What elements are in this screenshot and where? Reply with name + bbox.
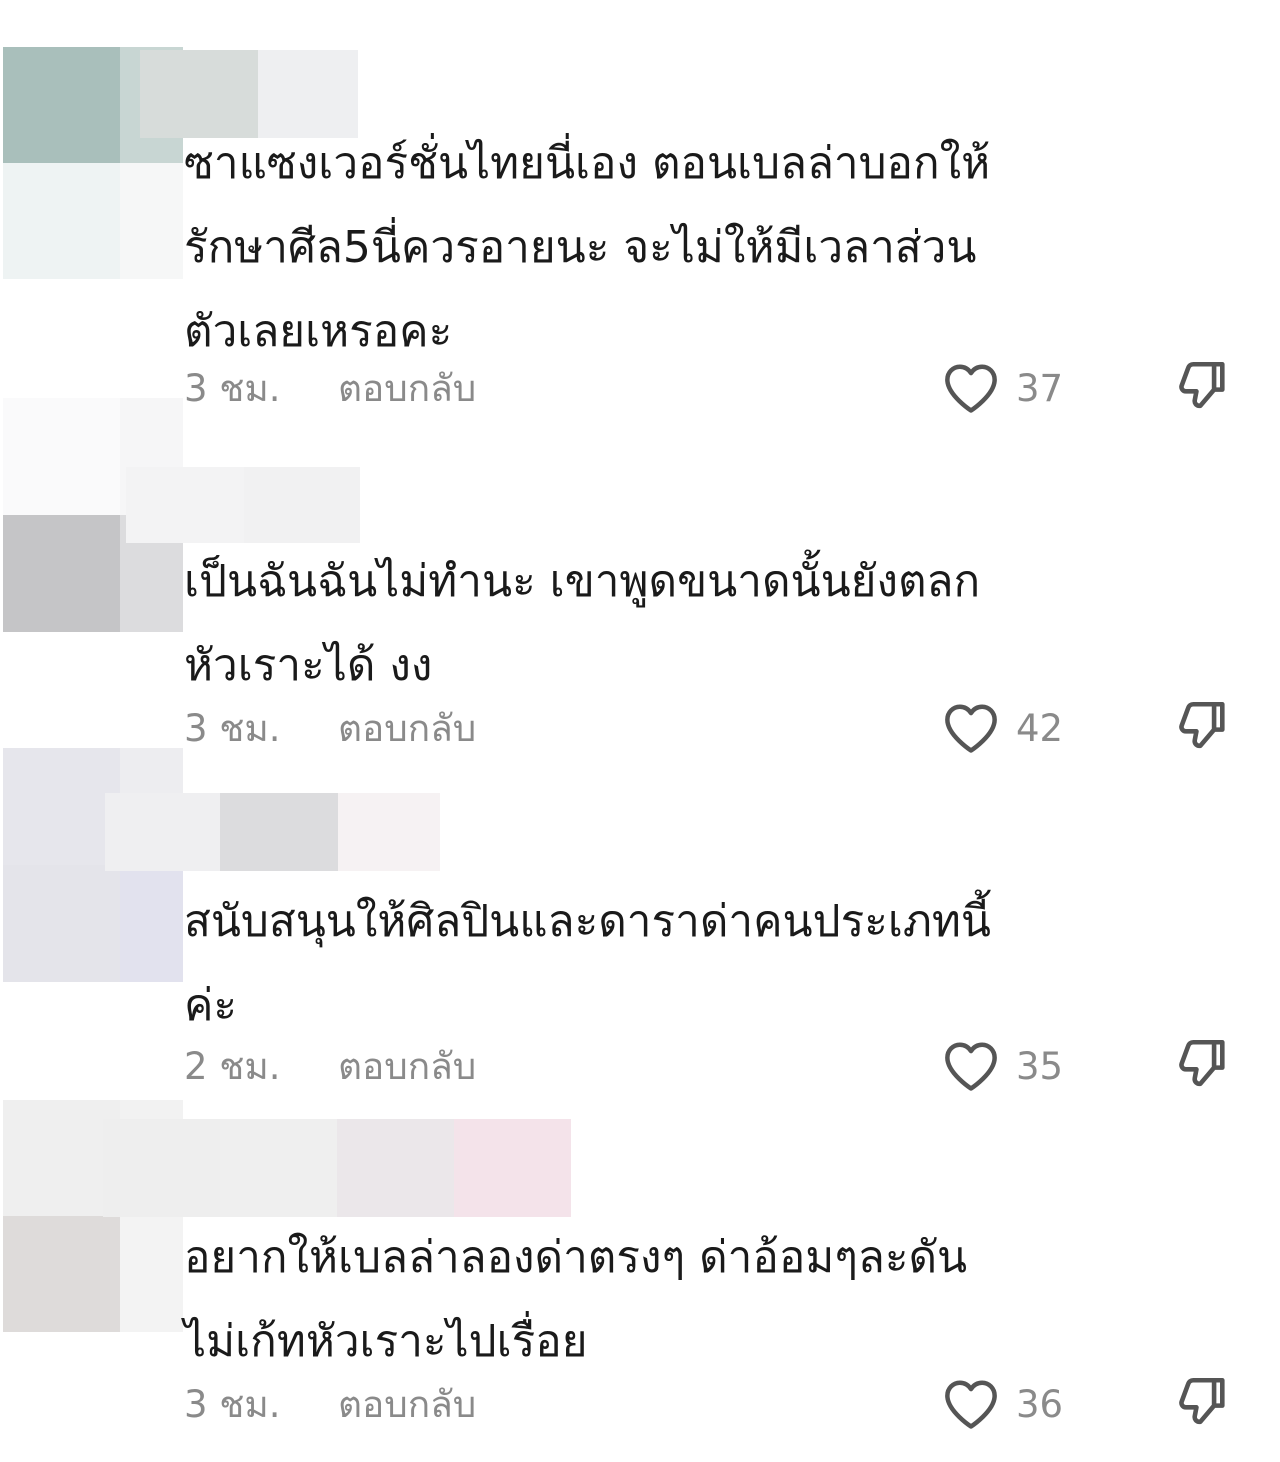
thumbs-down-outline-icon [1179,1377,1225,1425]
comments-page: ซาแซงเวอร์ชั่นไทยนี่เอง ตอนเบลล่าบอกให้ … [0,0,1280,1462]
blurred-username[interactable] [103,1119,571,1217]
comment-time: 3 ชม. [184,1382,281,1426]
like-count: 36 [1016,1382,1064,1426]
like-button[interactable]: 36 [942,1374,1063,1434]
comment-item: อยากให้เบลล่าลองด่าตรงๆ ด่าอ้อมๆละดัน ไม… [0,0,1280,1462]
dislike-button[interactable] [1172,1372,1232,1432]
reply-button[interactable]: ตอบกลับ [338,1375,476,1434]
heart-outline-icon [945,1380,997,1429]
comment-meta: 3 ชม. ตอบกลับ [184,1374,476,1434]
comment-text: อยากให้เบลล่าลองด่าตรงๆ ด่าอ้อมๆละดัน ไม… [184,1232,968,1367]
